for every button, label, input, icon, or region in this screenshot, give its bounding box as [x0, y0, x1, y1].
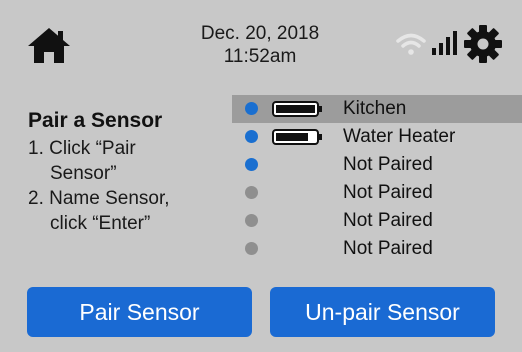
unpaired-status-dot [245, 242, 258, 255]
step-2-line-1: 2. Name Sensor, [28, 188, 170, 209]
paired-status-dot [245, 158, 258, 171]
step-2-line-2: click “Enter” [50, 213, 151, 234]
sensor-row-slot-3[interactable]: Not Paired [232, 151, 522, 179]
unpair-sensor-button[interactable]: Un-pair Sensor [270, 287, 495, 337]
sensor-list: Kitchen Water Heater Not Paired Not Pair… [232, 95, 522, 263]
battery-high-icon [272, 129, 322, 145]
sensor-name: Not Paired [343, 182, 433, 203]
sensor-name: Water Heater [343, 126, 456, 147]
home-button[interactable] [26, 26, 72, 66]
date-time-display: Dec. 20, 2018 11:52am [180, 22, 340, 68]
instruction-step-1: 1. Click “Pair Sensor” [28, 136, 228, 186]
sensor-name: Not Paired [343, 154, 433, 175]
instruction-step-2: 2. Name Sensor, click “Enter” [28, 186, 228, 236]
unpaired-status-dot [245, 186, 258, 199]
instructions-title: Pair a Sensor [28, 109, 163, 132]
pair-sensor-button[interactable]: Pair Sensor [27, 287, 252, 337]
sensor-row-kitchen[interactable]: Kitchen [232, 95, 522, 123]
gear-icon [464, 25, 502, 63]
sensor-row-slot-6[interactable]: Not Paired [232, 235, 522, 263]
home-icon [28, 28, 70, 63]
sensor-name: Not Paired [343, 238, 433, 259]
date-text: Dec. 20, 2018 [200, 23, 320, 44]
sensor-row-slot-4[interactable]: Not Paired [232, 179, 522, 207]
battery-full-icon [272, 101, 322, 117]
time-text: 11:52am [223, 46, 297, 67]
paired-status-dot [245, 130, 258, 143]
settings-button[interactable] [463, 24, 503, 64]
pairing-instructions: Pair a Sensor 1. Click “Pair Sensor” 2. … [28, 108, 228, 236]
signal-strength-icon [432, 31, 457, 55]
sensor-name: Not Paired [343, 210, 433, 231]
paired-status-dot [245, 102, 258, 115]
unpaired-status-dot [245, 214, 258, 227]
sensor-row-water-heater[interactable]: Water Heater [232, 123, 522, 151]
wifi-icon [396, 33, 426, 55]
sensor-row-slot-5[interactable]: Not Paired [232, 207, 522, 235]
step-1-line-1: 1. Click “Pair [28, 138, 136, 159]
sensor-name: Kitchen [343, 98, 407, 119]
step-1-line-2: Sensor” [50, 163, 117, 184]
pair-sensor-screen: Dec. 20, 2018 11:52am Pair a Sensor 1. C… [0, 0, 522, 352]
